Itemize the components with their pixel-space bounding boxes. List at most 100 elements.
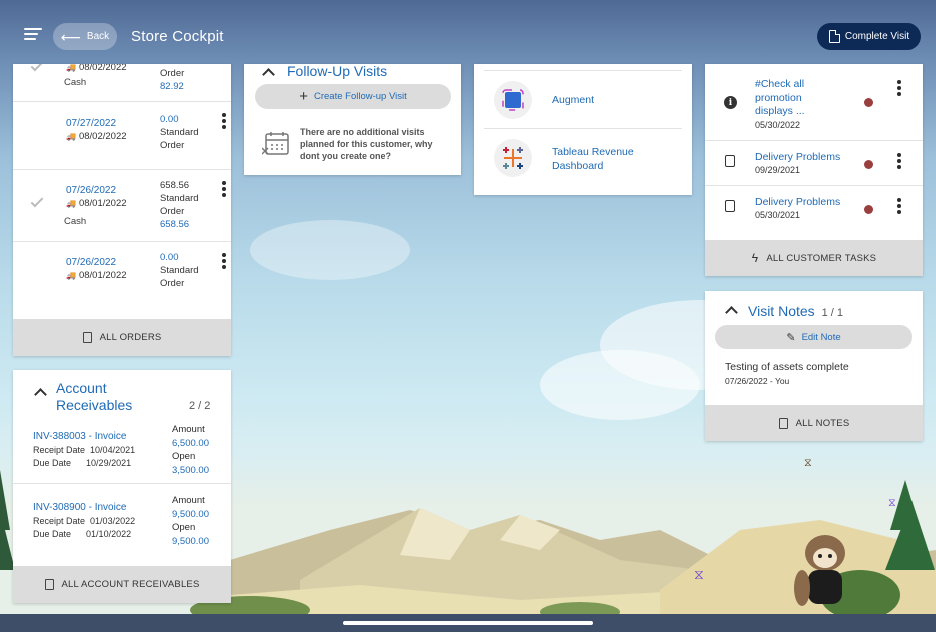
receivable-item[interactable]: INV-388003 - Invoice Receipt Date 10/04/… <box>13 420 231 484</box>
amount-value: 9,500.00 <box>172 508 209 520</box>
task-date: 05/30/2022 <box>755 119 801 130</box>
order-type-suffix: Order <box>160 278 185 289</box>
chevron-up-icon[interactable] <box>34 388 47 401</box>
order-row[interactable]: 🚚 08/02/2022 Cash Order 82.92 <box>13 64 231 102</box>
order-type-suffix: Order <box>160 140 185 151</box>
order-type: Order <box>160 68 185 79</box>
butterfly-icon: ⧖ <box>694 566 704 582</box>
page-title: Store Cockpit <box>131 28 224 45</box>
visit-notes-header: Visit Notes 1 / 1 <box>748 303 843 319</box>
visit-notes-title: Visit Notes <box>748 303 815 319</box>
cloud <box>540 350 700 420</box>
create-follow-up-button[interactable]: + Create Follow-up Visit <box>255 84 451 109</box>
all-notes-button[interactable]: ALL NOTES <box>705 405 923 441</box>
home-indicator[interactable] <box>343 621 593 625</box>
receipt-date-label: Receipt Date <box>33 445 86 455</box>
more-options-icon[interactable] <box>222 253 226 271</box>
payment-type: Cash <box>64 216 87 227</box>
task-title: Delivery Problems <box>755 151 841 163</box>
due-date-label: Due Date <box>33 458 72 468</box>
augment-icon <box>494 81 532 119</box>
delivery-date: 08/02/2022 <box>78 64 127 73</box>
open-label: Open <box>172 522 196 533</box>
complete-visit-label: Complete Visit <box>844 31 910 42</box>
receivables-count: 2 / 2 <box>189 400 211 412</box>
empty-state-message: There are no additional visits planned fo… <box>300 127 433 161</box>
priority-dot <box>864 98 873 107</box>
receivable-item[interactable]: INV-308900 - Invoice Receipt Date 01/03/… <box>13 486 231 564</box>
butterfly-icon: ⧖ <box>888 497 896 509</box>
receivables-title: Account Receivables <box>56 380 133 413</box>
receipt-date: 01/03/2022 <box>90 516 136 526</box>
edit-note-icon: ✎ <box>786 331 796 344</box>
menu-icon[interactable] <box>24 28 42 42</box>
note-meta: 07/26/2022 - You <box>725 376 790 386</box>
order-type: Standard <box>160 193 199 204</box>
payment-type: Cash <box>64 77 87 88</box>
visit-notes-count: 1 / 1 <box>821 307 843 319</box>
link-augment[interactable]: Augment <box>484 70 682 128</box>
task-row[interactable]: i #Check all promotion displays ... 05/3… <box>705 64 923 141</box>
clipboard-icon <box>725 155 735 167</box>
order-row[interactable]: 07/26/2022 🚚 08/01/2022 0.00 Standard Ord… <box>13 242 231 319</box>
complete-visit-button[interactable]: Complete Visit <box>817 23 921 50</box>
invoice-number: INV-308900 - Invoice <box>33 502 127 513</box>
edit-note-button[interactable]: ✎ Edit Note <box>715 325 912 349</box>
due-date: 01/10/2022 <box>86 529 132 539</box>
all-account-receivables-button[interactable]: ALL ACCOUNT RECEIVABLES <box>13 566 231 603</box>
info-icon: i <box>724 96 737 109</box>
truck-icon: 🚚 <box>66 199 76 208</box>
order-row[interactable]: 07/26/2022 🚚 08/01/2022 Cash 658.56 Stand… <box>13 170 231 242</box>
order-type: Standard <box>160 127 199 138</box>
all-notes-label: ALL NOTES <box>795 417 850 429</box>
back-button[interactable]: ⟵ Back <box>53 23 117 50</box>
amount-value: 6,500.00 <box>172 437 209 449</box>
task-title-line3: displays ... <box>755 105 805 117</box>
edit-note-label: Edit Note <box>801 331 841 343</box>
all-orders-button[interactable]: ALL ORDERS <box>13 319 231 356</box>
follow-up-title: Follow-Up Visits <box>287 63 388 79</box>
document-icon <box>778 417 788 429</box>
task-title-line2: promotion <box>755 91 802 104</box>
orders-card: 🚚 08/02/2022 Cash Order 82.92 07/27/2022 … <box>13 64 231 356</box>
link-tableau-revenue-dashboard[interactable]: Tableau Revenue Dashboard <box>484 128 682 186</box>
all-customer-tasks-label: ALL CUSTOMER TASKS <box>766 252 877 264</box>
open-value: 9,500.00 <box>172 535 209 547</box>
clipboard-icon <box>82 332 92 343</box>
amount-label: Amount <box>172 495 205 506</box>
butterfly-icon: ⧖ <box>804 457 812 469</box>
all-customer-tasks-button[interactable]: ϟ ALL CUSTOMER TASKS <box>705 240 923 276</box>
chevron-up-icon[interactable] <box>262 68 275 81</box>
delivery-date: 08/02/2022 <box>78 131 127 142</box>
task-row[interactable]: Delivery Problems 05/30/2021 <box>705 186 923 231</box>
receipt-date-label: Receipt Date <box>33 516 86 526</box>
order-date: 07/27/2022 <box>66 118 117 129</box>
all-account-receivables-label: ALL ACCOUNT RECEIVABLES <box>61 579 200 590</box>
receipt-date: 10/04/2021 <box>90 445 136 455</box>
more-options-icon[interactable] <box>222 113 226 131</box>
cloud <box>250 220 410 280</box>
document-icon <box>828 29 841 43</box>
more-options-icon[interactable] <box>897 153 901 171</box>
more-options-icon[interactable] <box>897 80 901 98</box>
create-follow-up-label: Create Follow-up Visit <box>314 91 407 102</box>
order-row[interactable]: 07/27/2022 🚚 08/02/2022 0.00 Standard Ord… <box>13 102 231 170</box>
order-amount: 0.00 <box>160 114 179 125</box>
order-amount: 82.92 <box>160 81 184 92</box>
open-value: 3,500.00 <box>172 464 209 476</box>
plus-icon: + <box>299 88 308 105</box>
more-options-icon[interactable] <box>897 198 901 216</box>
more-options-icon[interactable] <box>222 181 226 199</box>
link-label: Tableau Revenue Dashboard <box>552 146 634 172</box>
delivery-date: 08/01/2022 <box>78 198 127 209</box>
arrow-left-icon: ⟵ <box>60 28 81 45</box>
chevron-up-icon[interactable] <box>725 306 738 319</box>
delivery-date: 08/01/2022 <box>78 270 127 281</box>
task-row[interactable]: Delivery Problems 09/29/2021 <box>705 141 923 186</box>
quick-links-card: Augment Tableau Revenue Dashboard <box>474 64 692 195</box>
calendar-icon <box>262 132 289 155</box>
truck-icon: 🚚 <box>66 132 76 141</box>
open-label: Open <box>172 451 196 462</box>
task-title: #Check all <box>755 78 805 90</box>
task-date: 09/29/2021 <box>755 165 801 175</box>
